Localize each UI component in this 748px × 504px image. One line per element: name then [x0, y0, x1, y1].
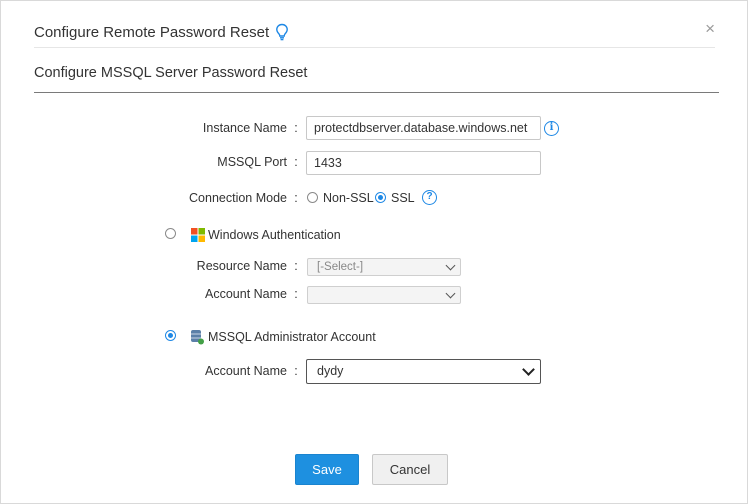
connection-mode-label-text: Connection Mode — [189, 191, 287, 205]
info-icon[interactable]: i — [544, 121, 559, 136]
section-title: Configure MSSQL Server Password Reset — [34, 65, 308, 81]
mssql-port-label-text: MSSQL Port — [217, 155, 287, 169]
connection-mode-label: Connection Mode: — [189, 191, 301, 205]
instance-name-label: Instance Name: — [203, 121, 301, 135]
non-ssl-label: Non-SSL — [323, 191, 374, 205]
windows-auth-label: Windows Authentication — [208, 228, 341, 242]
resource-name-select[interactable]: [-Select-] — [307, 258, 461, 276]
mssql-account-name-label: Account Name: — [205, 364, 301, 378]
windows-icon — [191, 228, 205, 242]
colon: : — [294, 364, 298, 378]
windows-account-name-select[interactable] — [307, 286, 461, 304]
colon: : — [294, 287, 298, 301]
help-icon[interactable]: ? — [422, 190, 437, 205]
dialog-title: Configure Remote Password Reset — [34, 23, 270, 41]
lightbulb-icon[interactable] — [275, 23, 289, 41]
windows-auth-radio[interactable] — [165, 228, 176, 239]
dialog-header: Configure Remote Password Reset — [34, 21, 289, 43]
chevron-down-icon — [445, 260, 456, 271]
mssql-port-label: MSSQL Port: — [217, 155, 301, 169]
mssql-account-name-value: dydy — [317, 364, 344, 378]
cancel-button[interactable]: Cancel — [372, 454, 448, 485]
instance-name-input[interactable]: protectdbserver.database.windows.net — [306, 116, 541, 140]
colon: : — [294, 121, 298, 135]
header-divider — [34, 47, 715, 48]
resource-name-value: [-Select-] — [317, 261, 364, 273]
instance-name-label-text: Instance Name — [202, 121, 287, 135]
resource-name-label-text: Resource Name — [196, 259, 287, 273]
section-divider — [34, 92, 719, 93]
colon: : — [294, 191, 298, 205]
chevron-down-icon — [445, 288, 456, 299]
mssql-port-input[interactable]: 1433 — [306, 151, 541, 175]
ssl-label: SSL — [391, 191, 415, 205]
colon: : — [294, 259, 298, 273]
mssql-account-name-select[interactable]: dydy — [306, 359, 541, 384]
resource-name-label: Resource Name: — [197, 259, 301, 273]
windows-account-name-label: Account Name: — [205, 287, 301, 301]
chevron-down-icon — [522, 363, 535, 376]
mssql-account-name-label-text: Account Name — [205, 364, 287, 378]
windows-account-name-label-text: Account Name — [205, 287, 287, 301]
mssql-admin-label: MSSQL Administrator Account — [208, 330, 376, 344]
database-icon — [191, 330, 204, 345]
close-icon[interactable]: × — [705, 19, 715, 39]
save-button[interactable]: Save — [295, 454, 359, 485]
mssql-admin-radio[interactable] — [165, 330, 176, 341]
non-ssl-radio[interactable] — [307, 192, 318, 203]
colon: : — [294, 155, 298, 169]
configure-password-reset-dialog: Configure Remote Password Reset × Config… — [0, 0, 748, 504]
ssl-radio[interactable] — [375, 192, 386, 203]
